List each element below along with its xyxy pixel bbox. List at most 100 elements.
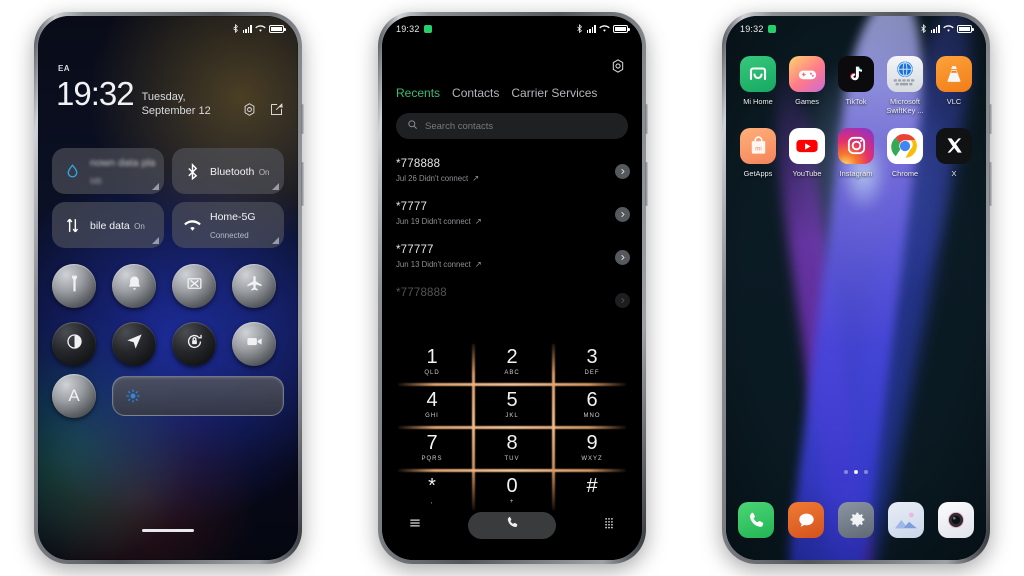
key-digit: 2 [506, 345, 518, 368]
app-instagram[interactable]: Instagram [832, 127, 880, 178]
tile-corner-icon [272, 183, 279, 190]
call-number: *7778888 [396, 287, 447, 299]
dock-settings[interactable] [838, 502, 874, 538]
dock-phone[interactable] [738, 502, 774, 538]
call-details-button[interactable] [615, 250, 630, 265]
tile-data-plan[interactable]: nown data pla MB [52, 148, 164, 194]
dialpad-key-hash[interactable]: # [552, 469, 632, 512]
app-label: Chrome [891, 168, 919, 178]
app-label: TikTok [845, 97, 867, 106]
call-detail: Jul 26 Didn't connect [396, 174, 469, 183]
call-row[interactable]: *7778888 [382, 281, 642, 324]
dock-messages[interactable] [788, 502, 824, 538]
call-details-button[interactable] [615, 164, 630, 179]
tile-bluetooth[interactable]: Bluetooth On [172, 148, 284, 194]
search-icon [407, 117, 418, 135]
call-button[interactable] [468, 511, 556, 539]
key-letters: + [509, 498, 515, 505]
call-details-button[interactable] [615, 207, 630, 222]
app-label: Games [795, 97, 819, 106]
call-row[interactable]: *7777 Jun 19 Didn't connect ↗ [382, 195, 642, 238]
tab-carrier-services[interactable]: Carrier Services [511, 86, 597, 100]
outgoing-arrow-icon: ↗ [472, 173, 480, 183]
call-row[interactable]: *77777 Jun 13 Didn't connect ↗ [382, 238, 642, 281]
dialer-settings-button[interactable] [610, 58, 626, 79]
airplane-mode-toggle[interactable] [232, 264, 276, 308]
gear-icon[interactable] [242, 102, 257, 122]
tab-recents[interactable]: Recents [396, 86, 440, 100]
green-app-chip [423, 25, 432, 33]
bell-icon [125, 274, 144, 298]
control-center-actions [242, 102, 284, 122]
key-letters: DEF [584, 369, 600, 376]
screen-recorder-toggle[interactable] [232, 322, 276, 366]
call-details-button[interactable] [615, 293, 630, 308]
volume-button[interactable] [301, 104, 304, 134]
page-dot-active[interactable] [854, 470, 858, 474]
keypad-dots-icon[interactable] [602, 516, 616, 535]
brightness-row: A [52, 374, 284, 418]
dialpad-key-star[interactable]: *, [392, 469, 472, 512]
brightness-slider[interactable] [112, 376, 284, 416]
home-indicator[interactable] [142, 529, 194, 532]
page-dot[interactable] [864, 470, 868, 474]
call-detail: Jun 19 Didn't connect [396, 217, 471, 226]
phone-device-3: 19:32 Mi Home Games TikTok Microsoft Swi… [722, 12, 992, 564]
dialpad-key-3[interactable]: 3 DEF [552, 340, 632, 383]
sun-icon [126, 389, 140, 403]
tile-title: Home-5G [210, 211, 256, 223]
volume-button[interactable] [989, 104, 992, 134]
power-button[interactable] [301, 162, 304, 206]
app-x[interactable]: X [930, 127, 978, 178]
status-bar-3: 19:32 [726, 16, 986, 42]
dialpad-key-7[interactable]: 7 PQRS [392, 426, 472, 469]
screenshot-stage: EA 19:32 Tuesday, September 12 nown data… [0, 0, 1024, 576]
power-button[interactable] [989, 162, 992, 206]
screenshot-toggle[interactable] [172, 264, 216, 308]
dialpad-key-4[interactable]: 4 GHI [392, 383, 472, 426]
ringer-toggle[interactable] [112, 264, 156, 308]
app-games[interactable]: Games [783, 56, 831, 116]
call-number: *7777 [396, 201, 428, 213]
dialpad-key-6[interactable]: 6 MNO [552, 383, 632, 426]
rotation-lock-toggle[interactable] [172, 322, 216, 366]
dock-camera[interactable] [938, 502, 974, 538]
hamburger-menu-icon[interactable] [408, 516, 422, 535]
dark-mode-toggle[interactable] [52, 322, 96, 366]
app-mi-home[interactable]: Mi Home [734, 56, 782, 116]
key-digit: * [428, 474, 436, 497]
page-dot[interactable] [844, 470, 848, 474]
edit-pencil-icon[interactable] [269, 102, 284, 122]
dialpad-key-8[interactable]: 8 TUV [472, 426, 552, 469]
dialpad-key-5[interactable]: 5 JKL [472, 383, 552, 426]
search-contacts-field[interactable]: Search contacts [396, 113, 628, 139]
app-getapps[interactable]: mi GetApps [734, 127, 782, 178]
tile-wifi[interactable]: Home-5G Connected [172, 202, 284, 248]
app-row: Mi Home Games TikTok Microsoft SwiftKey … [734, 56, 978, 116]
outgoing-arrow-icon: ↗ [474, 216, 482, 226]
app-vlc[interactable]: VLC [930, 56, 978, 116]
instagram-icon [838, 127, 874, 164]
app-swiftkey[interactable]: Microsoft SwiftKey ... [881, 56, 929, 116]
auto-brightness-toggle[interactable]: A [52, 374, 96, 418]
dock-gallery[interactable] [888, 502, 924, 538]
dialpad-key-2[interactable]: 2 ABC [472, 340, 552, 383]
flashlight-toggle[interactable] [52, 264, 96, 308]
power-button[interactable] [645, 162, 648, 206]
app-youtube[interactable]: YouTube [783, 127, 831, 178]
swiftkey-keyboard-icon [887, 56, 923, 92]
tile-mobile-data[interactable]: bile data On [52, 202, 164, 248]
gear-icon [610, 59, 626, 78]
call-row[interactable]: *778888 Jul 26 Didn't connect ↗ [382, 152, 642, 195]
volume-button[interactable] [645, 104, 648, 134]
tab-contacts[interactable]: Contacts [452, 86, 499, 100]
app-chrome[interactable]: Chrome [881, 127, 929, 178]
dialpad-key-9[interactable]: 9 WXYZ [552, 426, 632, 469]
location-toggle[interactable] [112, 322, 156, 366]
app-tiktok[interactable]: TikTok [832, 56, 880, 116]
dialpad-key-0[interactable]: 0 + [472, 469, 552, 512]
contrast-circle-icon [65, 332, 84, 356]
data-drop-icon [63, 162, 81, 180]
dialpad-key-1[interactable]: 1 QLD [392, 340, 472, 383]
tile-subtitle: On [134, 222, 145, 231]
